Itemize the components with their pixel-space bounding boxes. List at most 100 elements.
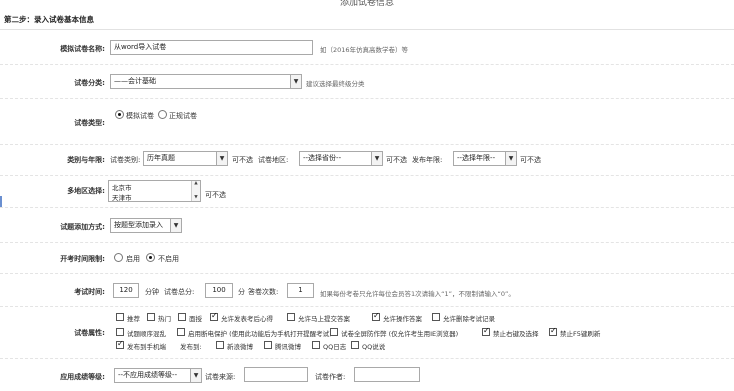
question-add-label: 试题添加方式: (60, 223, 105, 231)
question-add-select[interactable]: 按题型添加录入 ▼ (110, 218, 182, 233)
chevron-down-icon[interactable]: ▼ (170, 219, 181, 232)
total-score-label: 试卷总分: (164, 288, 195, 296)
paper-name-label: 模拟试卷名称: (60, 45, 105, 53)
paper-type-option-formal: 正规试卷 (169, 112, 197, 120)
attr-hot-label: 热门 (158, 315, 171, 323)
top-header: 添加试卷信息 (0, 0, 734, 8)
attr-fullscreen-checkbox[interactable] (330, 328, 338, 336)
paper-category-select[interactable]: ——会计基础 ▼ (110, 74, 302, 89)
attr-post-review-checkbox[interactable] (210, 311, 218, 321)
paper-category-hint: 建议选择最终级分类 (306, 80, 365, 88)
start-limit-option-enable: 启用 (126, 255, 140, 263)
exam-category-label: 试卷类别: (110, 156, 141, 164)
attr-power-protect-checkbox[interactable] (177, 328, 185, 336)
attr-no-rightclick-label: 禁止右键及选择 (493, 330, 539, 338)
attr-shuffle-checkbox[interactable] (116, 328, 124, 336)
attr-submit-now-label: 允许马上提交答案 (298, 315, 350, 323)
attr-submit-now-checkbox[interactable] (287, 313, 295, 321)
total-score-unit: 分 (238, 288, 245, 296)
author-label: 试卷作者: (315, 373, 346, 381)
list-item[interactable]: 北京市 (112, 182, 132, 192)
total-score-input[interactable]: 100 (205, 283, 233, 298)
year-select[interactable]: --选择年限-- ▼ (453, 151, 517, 166)
publish-tencent-label: 腾讯微博 (275, 343, 301, 351)
grade-select[interactable]: --不应用成绩等级-- ▼ (114, 368, 202, 383)
row-divider (0, 144, 734, 145)
paper-type-radio-mock[interactable] (115, 110, 124, 119)
start-limit-option-disable: 不启用 (158, 255, 179, 263)
year-label: 发布年限: (412, 156, 443, 164)
exam-time-label: 考试时间: (74, 288, 105, 296)
attr-hot-checkbox[interactable] (147, 313, 155, 321)
paper-type-radio-formal[interactable] (158, 110, 167, 119)
publish-qqsay-label: QQ说说 (362, 343, 386, 351)
publish-qqlog-checkbox[interactable] (312, 341, 320, 349)
attr-recommend-label: 推荐 (127, 315, 140, 323)
region-select[interactable]: --选择省份-- ▼ (299, 151, 383, 166)
exam-category-select[interactable]: 历年真题 ▼ (143, 151, 228, 166)
row-divider (0, 242, 734, 243)
publish-sina-checkbox[interactable] (216, 341, 224, 349)
attempts-hint: 如果每份考卷只允许每位会员答1次请输入“1”，不限制请输入“0”。 (320, 290, 515, 298)
attr-delete-record-checkbox[interactable] (432, 313, 440, 321)
attr-mobile-checkbox[interactable] (116, 339, 124, 349)
attr-no-f5-checkbox[interactable] (549, 326, 557, 336)
attr-no-rightclick-checkbox[interactable] (482, 326, 490, 336)
exam-minutes-input[interactable]: 120 (113, 283, 139, 298)
start-limit-label: 开考时间限制: (60, 255, 105, 263)
chevron-down-icon[interactable]: ▼ (216, 152, 227, 165)
chevron-down-icon[interactable]: ▼ (371, 152, 382, 165)
attr-power-protect-label: 启用断电保护 (使用此功能后为手机打开提醒考试) (188, 330, 332, 338)
question-add-value: 按题型添加录入 (114, 221, 163, 229)
multi-region-label: 多地区选择: (67, 187, 105, 195)
attributes-label: 试卷属性: (74, 329, 105, 337)
region-value: --选择省份-- (303, 154, 342, 162)
attr-operate-answer-checkbox[interactable] (372, 311, 380, 321)
paper-type-option-mock: 模拟试卷 (126, 112, 154, 120)
grade-value: --不应用成绩等级-- (118, 371, 178, 379)
attr-no-f5-label: 禁止F5键刷新 (560, 330, 601, 338)
grade-label: 应用成绩等级: (60, 373, 105, 381)
category-year-label: 类别与年限: (67, 156, 105, 164)
publish-qqsay-checkbox[interactable] (351, 341, 359, 349)
paper-name-input[interactable]: 从word导入试卷 (110, 40, 313, 55)
attr-mobile-label: 发布到手机端 (127, 343, 166, 351)
row-divider (0, 175, 734, 176)
source-label: 试卷来源: (205, 373, 236, 381)
author-input[interactable] (354, 367, 420, 382)
year-value: --选择年限-- (457, 154, 496, 162)
publish-to-label: 发布到: (180, 343, 202, 351)
attempts-input[interactable]: 1 (287, 283, 314, 298)
scrollbar[interactable]: ▲ ▼ (191, 181, 200, 201)
attr-recommend-checkbox[interactable] (116, 313, 124, 321)
source-input[interactable] (244, 367, 308, 382)
row-divider (0, 273, 734, 274)
chevron-down-icon[interactable]: ▼ (505, 152, 516, 165)
chevron-down-icon[interactable]: ▼ (290, 75, 301, 88)
attr-face-checkbox[interactable] (178, 313, 186, 321)
row-divider (0, 358, 734, 359)
publish-sina-label: 新浪微博 (227, 343, 253, 351)
attr-delete-record-label: 允许删除考试记录 (443, 315, 495, 323)
page-header-title: 添加试卷信息 (339, 0, 394, 8)
multi-region-listbox[interactable]: 北京市 天津市 ▲ ▼ (108, 180, 201, 202)
region-label: 试卷地区: (258, 156, 289, 164)
chevron-down-icon[interactable]: ▼ (190, 369, 201, 382)
scroll-down-icon[interactable]: ▼ (192, 195, 200, 201)
minutes-unit: 分钟 (145, 288, 159, 296)
paper-category-label: 试卷分类: (74, 79, 105, 87)
paper-type-label: 试卷类型: (74, 119, 105, 127)
nolimit-text-3: 可不选 (520, 156, 541, 164)
exam-category-value: 历年真题 (147, 154, 175, 162)
publish-tencent-checkbox[interactable] (264, 341, 272, 349)
scroll-up-icon[interactable]: ▲ (192, 181, 200, 187)
attr-face-label: 面授 (189, 315, 202, 323)
start-limit-radio-enable[interactable] (114, 253, 123, 262)
attr-post-review-label: 允许发表考后心得 (221, 315, 273, 323)
row-divider (0, 207, 734, 208)
start-limit-radio-disable[interactable] (146, 253, 155, 262)
step-divider (0, 29, 734, 30)
attr-fullscreen-label: 试卷全屏防作弊 (仅允许考生用IE浏览器) (341, 330, 459, 338)
nolimit-text-1: 可不选 (232, 156, 253, 164)
list-item[interactable]: 天津市 (112, 192, 132, 201)
